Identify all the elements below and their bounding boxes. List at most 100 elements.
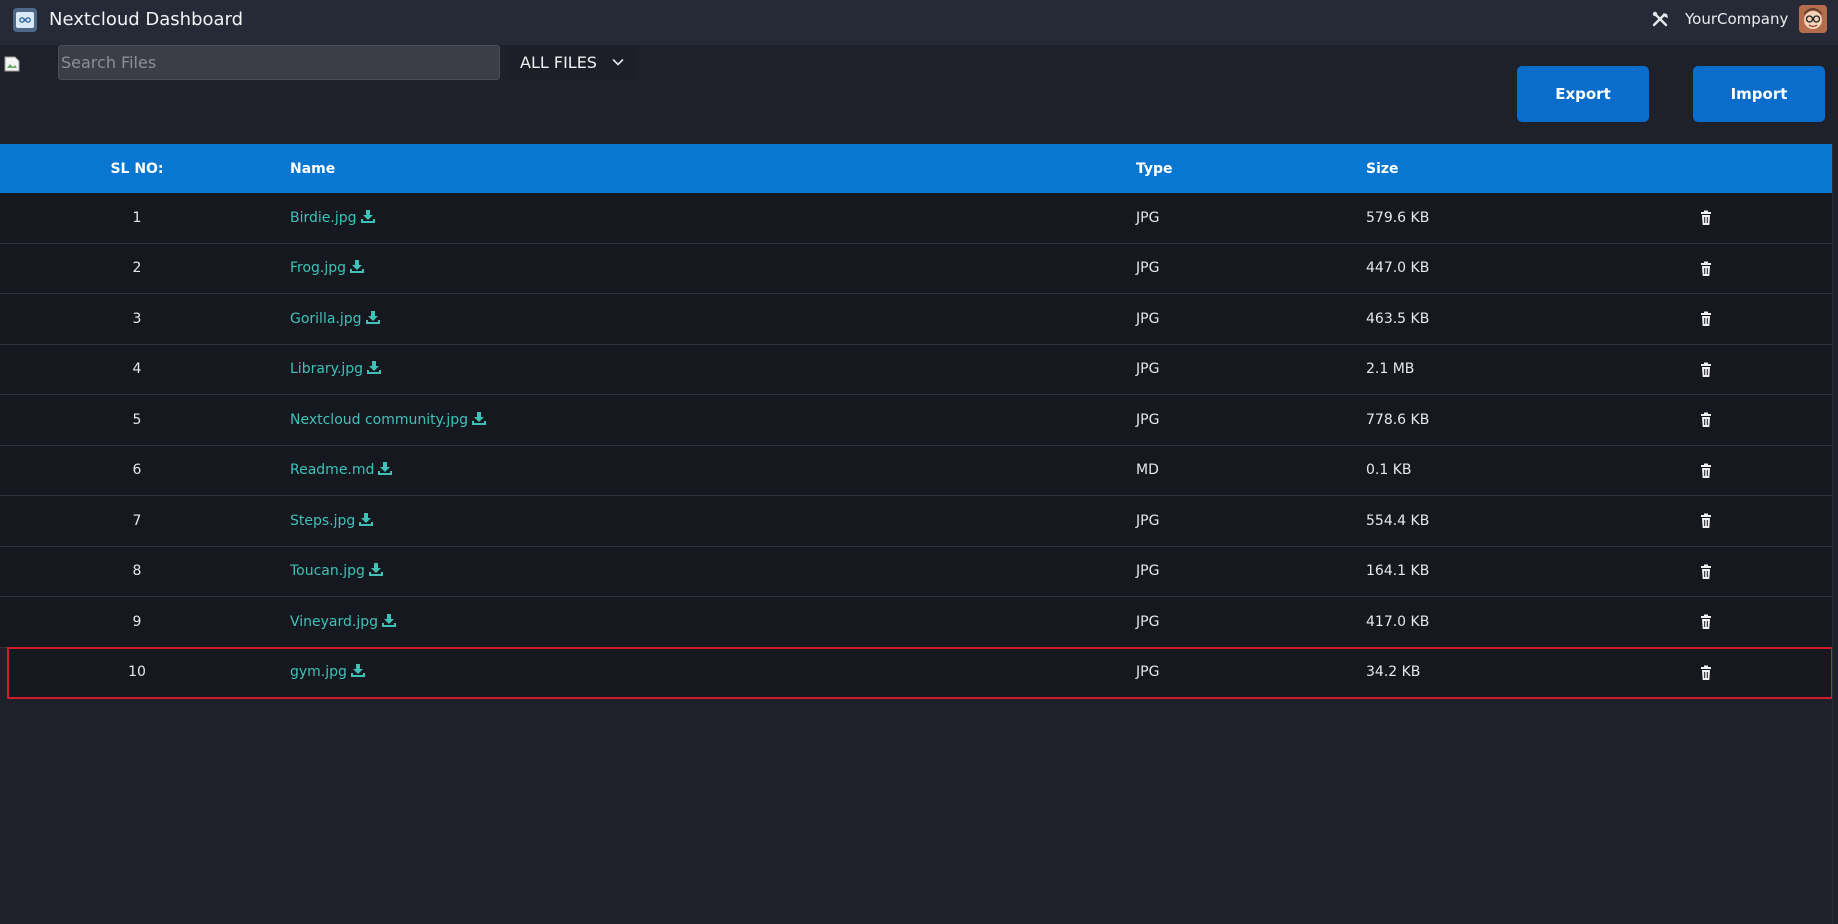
filter-label: ALL FILES	[520, 53, 597, 72]
app-logo-icon[interactable]	[13, 8, 37, 32]
name-cell: gym.jpg	[290, 664, 365, 680]
type-cell: JPG	[1136, 613, 1160, 630]
download-icon[interactable]	[365, 310, 380, 324]
app-title: Nextcloud Dashboard	[49, 9, 244, 30]
type-cell: MD	[1136, 462, 1159, 479]
table-body: 1 Birdie.jpg JPG 579.6 KB 2 Frog.jpg JPG 447.0 …	[0, 193, 1833, 699]
broken-image-icon	[4, 56, 20, 72]
table-row: 1 Birdie.jpg JPG 579.6 KB	[0, 193, 1832, 244]
trash-icon[interactable]	[1698, 210, 1714, 226]
trash-icon[interactable]	[1698, 564, 1714, 580]
name-cell: Vineyard.jpg	[290, 613, 397, 630]
export-button[interactable]: Export	[1517, 66, 1649, 122]
sl-no-cell: 8	[132, 563, 142, 580]
file-name-link[interactable]: Readme.md	[290, 462, 374, 478]
file-name-link[interactable]: Nextcloud community.jpg	[290, 412, 468, 428]
trash-icon[interactable]	[1698, 412, 1714, 428]
size-cell: 34.2 KB	[1366, 664, 1421, 681]
download-icon[interactable]	[368, 563, 383, 577]
name-cell: Birdie.jpg	[290, 209, 375, 226]
file-name-link[interactable]: gym.jpg	[290, 664, 347, 680]
chevron-down-icon	[612, 59, 624, 66]
table-row: 9 Vineyard.jpg JPG 417.0 KB	[0, 597, 1832, 648]
type-cell: JPG	[1136, 361, 1160, 378]
size-cell: 2.1 MB	[1366, 361, 1415, 378]
name-cell: Nextcloud community.jpg	[290, 411, 487, 428]
table-row: 7 Steps.jpg JPG 554.4 KB	[0, 496, 1832, 547]
download-icon[interactable]	[382, 613, 397, 627]
trash-icon[interactable]	[1698, 261, 1714, 277]
table-row: 5 Nextcloud community.jpg JPG 778.6 KB	[0, 395, 1832, 446]
file-filter-dropdown[interactable]: ALL FILES	[508, 45, 638, 80]
type-cell: JPG	[1136, 310, 1160, 327]
sl-no-cell: 3	[132, 310, 142, 327]
table-row: 4 Library.jpg JPG 2.1 MB	[0, 344, 1832, 395]
name-cell: Library.jpg	[290, 361, 382, 377]
table-row: 2 Frog.jpg JPG 447.0 KB	[0, 243, 1832, 294]
size-cell: 164.1 KB	[1366, 563, 1430, 580]
size-cell: 778.6 KB	[1366, 411, 1430, 428]
sl-no-cell: 7	[132, 512, 142, 529]
table-row: 10 gym.jpg JPG 34.2 KB	[7, 646, 1833, 699]
size-cell: 579.6 KB	[1366, 209, 1430, 226]
avatar[interactable]	[1799, 5, 1827, 33]
sl-no-cell: 4	[132, 361, 142, 378]
download-icon[interactable]	[350, 260, 365, 274]
name-cell: Readme.md	[290, 462, 393, 478]
sl-no-cell: 1	[132, 209, 142, 226]
file-name-link[interactable]: Toucan.jpg	[290, 563, 365, 579]
size-cell: 447.0 KB	[1366, 260, 1430, 277]
size-cell: 554.4 KB	[1366, 512, 1430, 529]
trash-icon[interactable]	[1698, 463, 1714, 479]
trash-icon[interactable]	[1698, 513, 1714, 529]
type-cell: JPG	[1136, 664, 1160, 681]
file-name-link[interactable]: Frog.jpg	[290, 260, 346, 276]
download-icon[interactable]	[350, 664, 365, 678]
file-name-link[interactable]: Library.jpg	[290, 361, 363, 377]
trash-icon[interactable]	[1698, 311, 1714, 327]
download-icon[interactable]	[472, 411, 487, 425]
size-cell: 0.1 KB	[1366, 462, 1412, 479]
download-icon[interactable]	[367, 361, 382, 375]
file-name-link[interactable]: Gorilla.jpg	[290, 311, 362, 327]
name-cell: Steps.jpg	[290, 512, 374, 529]
name-cell: Gorilla.jpg	[290, 310, 380, 327]
trash-icon[interactable]	[1698, 614, 1714, 630]
sl-no-cell: 2	[132, 260, 142, 277]
sl-no-cell: 6	[132, 462, 142, 479]
download-icon[interactable]	[360, 209, 375, 223]
trash-icon[interactable]	[1698, 362, 1714, 378]
name-cell: Frog.jpg	[290, 260, 365, 276]
download-icon[interactable]	[378, 462, 393, 476]
file-name-link[interactable]: Vineyard.jpg	[290, 614, 378, 630]
sl-no-cell: 5	[132, 411, 142, 428]
table-row: 6 Readme.md MD 0.1 KB	[0, 445, 1832, 496]
tools-icon[interactable]	[1651, 10, 1671, 30]
file-name-link[interactable]: Birdie.jpg	[290, 210, 357, 226]
top-navbar: Nextcloud Dashboard YourCompany	[0, 0, 1838, 45]
search-input[interactable]	[58, 45, 500, 80]
header-type[interactable]: Type	[1136, 161, 1173, 177]
type-cell: JPG	[1136, 411, 1160, 428]
download-icon[interactable]	[359, 512, 374, 526]
import-button[interactable]: Import	[1693, 66, 1825, 122]
file-name-link[interactable]: Steps.jpg	[290, 513, 355, 529]
table-row: 8 Toucan.jpg JPG 164.1 KB	[0, 546, 1832, 597]
header-sl-no: SL NO:	[110, 160, 164, 177]
trash-icon[interactable]	[1698, 665, 1714, 681]
type-cell: JPG	[1136, 563, 1160, 580]
header-size[interactable]: Size	[1366, 161, 1399, 177]
type-cell: JPG	[1136, 209, 1160, 226]
scrollbar[interactable]	[1832, 144, 1838, 924]
size-cell: 463.5 KB	[1366, 310, 1430, 327]
size-cell: 417.0 KB	[1366, 613, 1430, 630]
sl-no-cell: 10	[128, 664, 146, 681]
header-name[interactable]: Name	[290, 161, 335, 177]
table-row: 3 Gorilla.jpg JPG 463.5 KB	[0, 294, 1832, 345]
type-cell: JPG	[1136, 512, 1160, 529]
name-cell: Toucan.jpg	[290, 563, 383, 579]
sl-no-cell: 9	[132, 613, 142, 630]
company-name[interactable]: YourCompany	[1685, 10, 1788, 28]
files-table: SL NO: Name Type Size 1 Birdie.jpg JPG 579.…	[0, 144, 1833, 699]
table-header: SL NO: Name Type Size	[0, 144, 1832, 193]
